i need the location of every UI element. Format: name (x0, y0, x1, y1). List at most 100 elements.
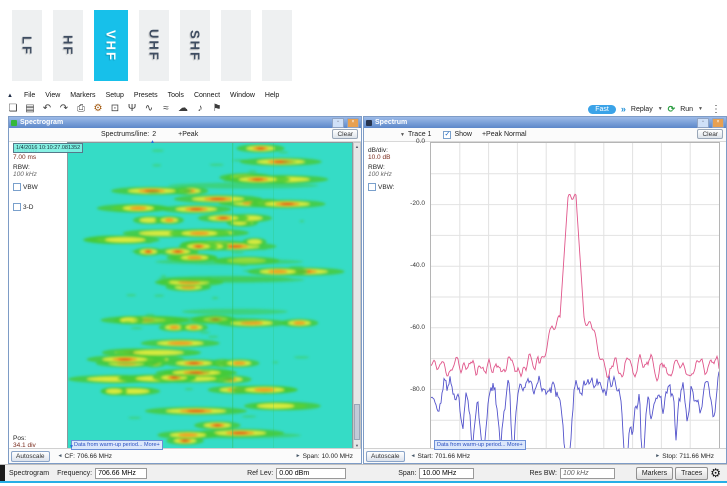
close-window-button[interactable]: × (347, 118, 359, 128)
signalvu-window: LF HF VHF UHF SHF ▲ File View Markers Setup Pres… (0, 0, 727, 486)
menu-item-setup[interactable]: Setup (106, 92, 124, 99)
band-tab-hf[interactable]: HF (53, 10, 83, 81)
redo-icon[interactable]: ↷ (58, 102, 70, 116)
span-input[interactable] (419, 468, 474, 479)
band-tab-label: SHF (188, 30, 203, 62)
rbw-value[interactable]: 100 kHz (13, 171, 67, 178)
vbw-checkbox-row[interactable]: VBW (13, 183, 67, 191)
spectrogram-detector-value[interactable]: +Peak (178, 131, 198, 138)
spectrum-plot[interactable] (430, 142, 720, 452)
spectrum-detector-value[interactable]: +Peak Normal (482, 131, 527, 138)
spectrum-autoscale-button[interactable]: Autoscale (366, 451, 405, 462)
spectrums-per-line-value[interactable]: 2 (152, 131, 156, 138)
save-icon[interactable]: ▤ (24, 102, 36, 116)
replay-button[interactable]: Replay (631, 106, 653, 113)
restore-window-button[interactable]: ▫ (332, 118, 344, 128)
ref-lev-input[interactable] (276, 468, 346, 479)
y-axis-label: -80.0 (410, 386, 425, 393)
spectrogram-sidebar: Time/div: 7.00 ms RBW: 100 kHz VBW 3-D P… (9, 142, 67, 452)
spectrum-title: Spectrum (375, 118, 694, 128)
menu-item-file[interactable]: File (24, 92, 35, 99)
markers-button[interactable]: Markers (636, 467, 673, 480)
audio-icon[interactable]: ♪ (194, 102, 206, 116)
band-tab-label: HF (61, 35, 76, 56)
menu-item-help[interactable]: Help (265, 92, 279, 99)
spectrogram-bottom-bar: Autoscale ◄ CF: 706.66 MHz ► Span: 10.00… (9, 448, 361, 463)
spectrum-warning-message[interactable]: Data from warm-up period... More+ (434, 440, 526, 450)
trace-selector[interactable]: Trace 1 (408, 131, 431, 138)
time-div-value[interactable]: 7.00 ms (13, 154, 67, 161)
spectrum-y-axis-labels: 0.0-20.0-40.0-60.0-80.0-100.0 (364, 142, 427, 452)
menu-item-tools[interactable]: Tools (168, 92, 184, 99)
span-value[interactable]: 10.00 MHz (322, 453, 353, 460)
toolbar-icons: ❏ ▤ ↶ ↷ ⎙ ⚙ ⊡ Ψ ∿ ≈ ☁ ♪ ⚑ (7, 102, 223, 116)
vbw-checkbox[interactable] (13, 183, 21, 191)
menu-item-view[interactable]: View (45, 92, 60, 99)
spectrogram-window-icon (11, 120, 17, 126)
run-dropdown-icon[interactable]: ▼ (698, 106, 703, 112)
open-file-icon[interactable]: ❏ (7, 102, 19, 116)
ref-lev-label: Ref Lev: (247, 470, 273, 477)
spectrogram-bottom-marker-icon[interactable]: ▼ (69, 445, 74, 450)
cf-step-icon[interactable]: ◄ (58, 453, 63, 459)
settings-gear-icon[interactable]: ⚙ (92, 102, 104, 116)
band-tab-uhf[interactable]: UHF (139, 10, 169, 81)
display-icon[interactable]: ⊡ (109, 102, 121, 116)
acquisition-waveform-icon[interactable]: ≈ (160, 102, 172, 116)
band-tab-empty-6 (262, 10, 292, 81)
traces-button[interactable]: Traces (675, 467, 708, 480)
spectrogram-warning-message[interactable]: Data from warm-up period... More+ (71, 440, 163, 450)
band-tab-lf[interactable]: LF (12, 10, 42, 81)
print-icon[interactable]: ⎙ (75, 102, 87, 116)
restore-window-button[interactable]: ▫ (697, 118, 709, 128)
menu-item-window[interactable]: Window (230, 92, 255, 99)
pos-label: Pos: (13, 435, 67, 442)
close-window-button[interactable]: × (712, 118, 724, 128)
amplitude-cloud-icon[interactable]: ☁ (177, 102, 189, 116)
run-icon: ⟳ (668, 104, 676, 115)
spectrogram-autoscale-button[interactable]: Autoscale (11, 451, 50, 462)
threed-checkbox[interactable] (13, 203, 21, 211)
spectrogram-top-marker-icon[interactable]: ▲ (150, 140, 155, 145)
res-bw-input[interactable] (560, 468, 615, 479)
replay-dropdown-icon[interactable]: ▼ (658, 106, 663, 112)
band-tab-vhf[interactable]: VHF (94, 10, 128, 81)
start-value[interactable]: 701.66 MHz (435, 453, 470, 460)
show-label: Show (454, 131, 472, 138)
spectrum-panel: Spectrum ▫ × ▼ Trace 1 Show +Peak Normal… (363, 116, 727, 464)
spectrum-clear-button[interactable]: Clear (697, 129, 723, 139)
threed-checkbox-row[interactable]: 3-D (13, 203, 67, 211)
span-step-icon[interactable]: ► (296, 453, 301, 459)
more-options-icon[interactable]: ⋮ (711, 104, 721, 115)
y-axis-label: -20.0 (410, 200, 425, 207)
show-trace-checkbox[interactable] (443, 131, 451, 139)
status-bar: Spectrogram Frequency: Ref Lev: Span: Re… (0, 464, 727, 481)
settings-gear-icon[interactable]: ⚙ (710, 467, 721, 480)
spectrogram-titlebar[interactable]: Spectrogram ▫ × (9, 117, 361, 128)
menu-item-presets[interactable]: Presets (134, 92, 158, 99)
fast-indicator-pill[interactable]: Fast (588, 105, 616, 114)
stop-step-icon[interactable]: ► (655, 453, 660, 459)
run-button[interactable]: Run (680, 106, 693, 113)
band-tab-shf[interactable]: SHF (180, 10, 210, 81)
menu-item-connect[interactable]: Connect (194, 92, 220, 99)
spectrogram-clear-button[interactable]: Clear (332, 129, 358, 139)
trigger-waveform-icon[interactable]: ∿ (143, 102, 155, 116)
cf-value[interactable]: 706.66 MHz (77, 453, 112, 460)
frequency-input[interactable] (95, 468, 147, 479)
start-step-icon[interactable]: ◄ (411, 453, 416, 459)
menu-bar: ▲ FileViewMarkersSetupPresetsToolsConnec… (7, 90, 279, 101)
spectrogram-scrollbar[interactable]: ▲ ▼ (353, 142, 361, 450)
antenna-icon[interactable]: Ψ (126, 102, 138, 116)
menu-item-markers[interactable]: Markers (70, 92, 95, 99)
scroll-up-icon[interactable]: ▲ (354, 143, 360, 150)
spectrogram-plot[interactable] (67, 142, 353, 450)
stop-value[interactable]: 711.66 MHz (679, 453, 714, 460)
undo-icon[interactable]: ↶ (41, 102, 53, 116)
spectrogram-settings-row: Spectrums/line: 2 +Peak Clear (9, 128, 361, 142)
scrollbar-thumb[interactable] (354, 404, 360, 440)
spectrum-titlebar[interactable]: Spectrum ▫ × (364, 117, 726, 128)
analysis-flag-icon[interactable]: ⚑ (211, 102, 223, 116)
trace-selector-caret-icon[interactable]: ▼ (400, 132, 405, 138)
rbw-label: RBW: (13, 164, 67, 171)
